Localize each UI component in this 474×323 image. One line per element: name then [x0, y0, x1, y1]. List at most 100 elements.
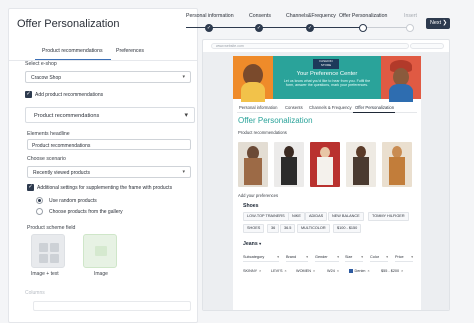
- step-label: Offer Personalization: [339, 13, 388, 19]
- close-icon[interactable]: ×: [259, 269, 261, 273]
- preview-tab[interactable]: Personal information: [239, 105, 277, 110]
- chevron-down-icon: ▾: [361, 255, 363, 259]
- chevron-down-icon: ▾: [306, 255, 308, 259]
- close-icon[interactable]: ×: [367, 269, 369, 273]
- next-button[interactable]: Next ❯: [426, 18, 450, 29]
- chevron-down-icon: ▾: [277, 255, 279, 259]
- preference-chip[interactable]: NEW BALANCE: [328, 212, 364, 221]
- preview-tab-active[interactable]: Offer Personalization: [355, 105, 394, 110]
- reco-section-header[interactable]: Product recommendations ▾: [25, 107, 195, 123]
- add-reco-checkbox[interactable]: ✓: [25, 91, 32, 98]
- preference-chip[interactable]: 36: [267, 224, 280, 233]
- page-title: Offer Personalization: [17, 18, 120, 30]
- selected-tag[interactable]: SKINNY ×: [243, 267, 261, 275]
- tab-product-recommendations[interactable]: Product recommendations: [42, 48, 103, 54]
- radio-random-label: Use random products: [49, 198, 97, 204]
- preference-chip[interactable]: $100 - $150: [333, 224, 362, 233]
- jeans-heading: Jeans ▾: [243, 241, 261, 247]
- banner-title: Your Preference Center: [296, 71, 358, 77]
- selected-tag[interactable]: LEVI'S ×: [271, 267, 287, 275]
- chevron-down-icon: ▾: [182, 169, 185, 175]
- selected-tag[interactable]: WOMEN ×: [296, 267, 315, 275]
- chevron-down-icon: ▾: [182, 74, 185, 80]
- tab-preferences[interactable]: Preferences: [116, 48, 144, 54]
- filter-select[interactable]: Color ▾: [370, 253, 388, 262]
- brand-line: STORE: [320, 62, 332, 67]
- scenario-label: Choose scenario: [27, 156, 66, 162]
- chevron-down-icon: ▾: [184, 112, 188, 119]
- panel-tabs: Product recommendations Preferences: [9, 46, 197, 61]
- filter-select[interactable]: Size ▾: [345, 253, 363, 262]
- filter-select[interactable]: Price ▾: [395, 253, 413, 262]
- url-bar: www.website.com: [211, 43, 409, 49]
- scheme-cell: [50, 254, 59, 263]
- selected-tag[interactable]: $55 - $200 ×: [381, 267, 403, 275]
- preference-chip[interactable]: MULTICOLOR: [297, 224, 330, 233]
- image-icon: [95, 246, 107, 256]
- preference-chip[interactable]: SHOES: [243, 224, 265, 233]
- close-icon[interactable]: ×: [285, 269, 287, 273]
- step-3-done[interactable]: ✓: [306, 24, 314, 32]
- step-4-current[interactable]: [359, 24, 367, 32]
- product-image[interactable]: [346, 142, 376, 187]
- section-title: Product recommendations: [34, 113, 100, 119]
- faded-field: [33, 301, 191, 311]
- step-5-upcoming[interactable]: [406, 24, 414, 32]
- jeans-title: Jeans: [243, 241, 258, 247]
- preference-chip[interactable]: 36.5: [280, 224, 296, 233]
- tag-label: $55 - $200: [381, 269, 400, 273]
- preference-chip[interactable]: ADIDAS: [305, 212, 328, 221]
- product-image[interactable]: [310, 142, 340, 187]
- scheme-label: Product scheme field: [27, 225, 76, 231]
- preview-tab[interactable]: Consents: [285, 105, 303, 110]
- close-icon[interactable]: ×: [313, 269, 315, 273]
- preview-title: Offer Personalization: [238, 116, 313, 125]
- close-icon[interactable]: ×: [337, 269, 339, 273]
- product-image[interactable]: [382, 142, 412, 187]
- tag-label: SKINNY: [243, 269, 258, 273]
- chevron-right-icon: ❯: [442, 20, 447, 26]
- product-image[interactable]: [238, 142, 268, 187]
- scheme-image-text[interactable]: [31, 234, 65, 268]
- filter-select[interactable]: Brand ▾: [286, 253, 308, 262]
- preview-tab[interactable]: Channels & Frequency: [309, 105, 352, 110]
- filter-label: Size: [345, 255, 353, 259]
- step-label: Channels&Frequency: [286, 13, 336, 19]
- hero-banner: FASHION STORE Your Preference Center Let…: [233, 56, 421, 102]
- eshop-select[interactable]: Cracow Shop ▾: [25, 71, 191, 83]
- additional-settings-checkbox[interactable]: ✓: [27, 184, 34, 191]
- step-2-done[interactable]: ✓: [255, 24, 263, 32]
- person-image: [389, 84, 413, 102]
- preference-chip[interactable]: TOMMY HILFIGER: [368, 212, 409, 221]
- preview-pane: www.website.com FASHION STORE Your Prefe…: [202, 39, 450, 311]
- radio-gallery-products[interactable]: [36, 208, 43, 215]
- close-icon[interactable]: ×: [401, 269, 403, 273]
- preference-chip[interactable]: NIKE: [288, 212, 305, 221]
- active-tab-indicator: [353, 112, 395, 113]
- filter-label: Subcategory: [243, 255, 265, 259]
- radio-random-products[interactable]: [36, 197, 43, 204]
- filter-select[interactable]: Subcategory ▾: [243, 253, 279, 262]
- step-1-done[interactable]: ✓: [205, 24, 213, 32]
- preview-tabs: Personal information Consents Channels &…: [237, 103, 417, 113]
- progress-stepper: Personal information Consents Channels&F…: [186, 0, 417, 34]
- filter-label: Brand: [286, 255, 297, 259]
- filter-select[interactable]: Gender ▾: [315, 253, 339, 262]
- chevron-down-icon: ▾: [259, 241, 262, 246]
- headline-input[interactable]: Product recommendations: [27, 139, 191, 150]
- next-label: Next: [430, 20, 442, 26]
- scenario-select[interactable]: Recently viewed products ▾: [27, 166, 191, 178]
- preference-chip[interactable]: LOW-TOP TRAINERS: [243, 212, 289, 221]
- step-track-remaining: [366, 27, 410, 28]
- selected-tag[interactable]: W24 ×: [327, 267, 339, 275]
- preview-page: FASHION STORE Your Preference Center Let…: [233, 56, 421, 310]
- preview-canvas: FASHION STORE Your Preference Center Let…: [203, 52, 449, 310]
- selected-tag[interactable]: Denim ×: [349, 267, 370, 275]
- preferences-label: Add your preferences: [238, 193, 279, 198]
- scheme-image[interactable]: [83, 234, 117, 268]
- shoes-heading: Shoes: [243, 203, 259, 209]
- scheme-cell: [39, 254, 48, 263]
- product-image[interactable]: [274, 142, 304, 187]
- additional-settings-label: Additional settings for supplementing th…: [37, 185, 173, 191]
- filter-label: Color: [370, 255, 380, 259]
